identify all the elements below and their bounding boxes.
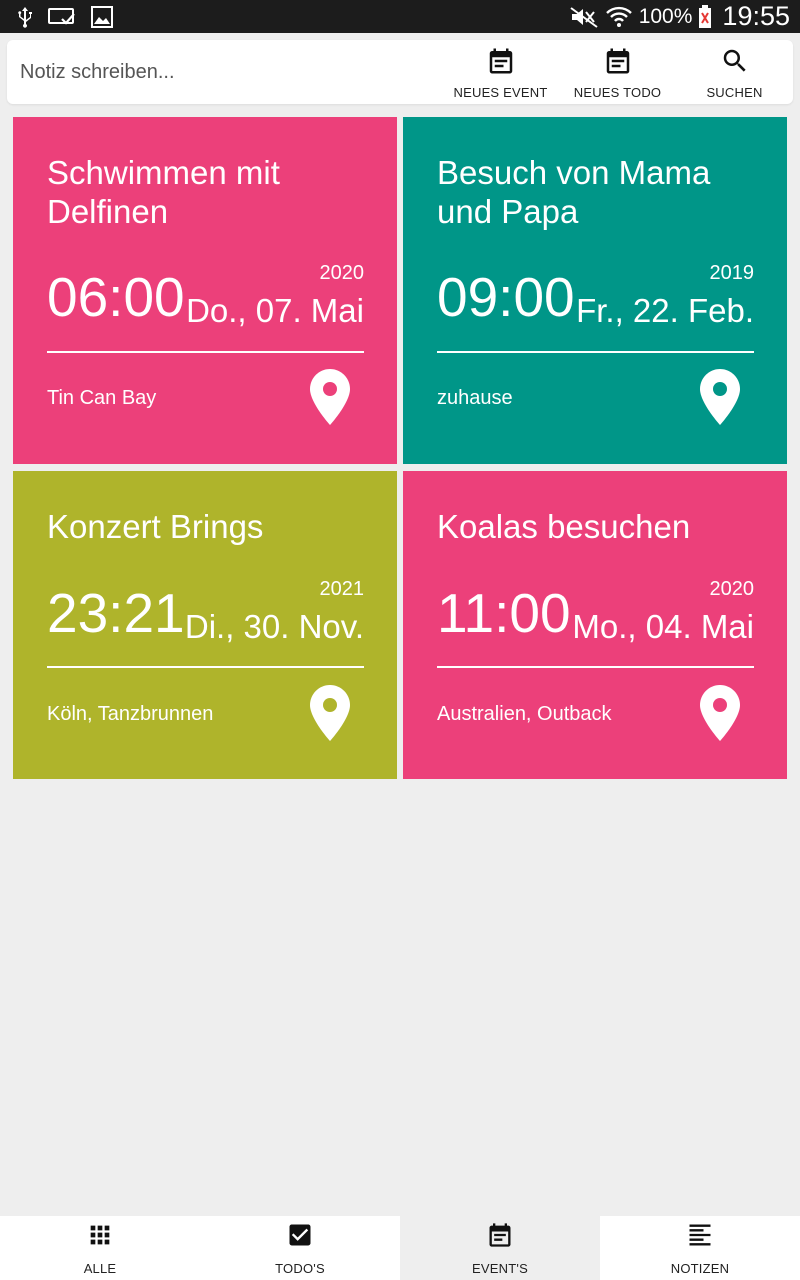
- event-location: Köln, Tanzbrunnen: [47, 703, 214, 725]
- event-date: Do., 07. Mai: [186, 292, 364, 329]
- status-right-icons: 100% 19:55: [569, 1, 790, 32]
- event-divider: [47, 666, 364, 668]
- status-bar: 100% 19:55: [0, 0, 800, 33]
- cast-icon: [48, 7, 76, 27]
- event-year: 2019: [709, 262, 755, 284]
- nav-label: TODO'S: [275, 1260, 325, 1276]
- event-location: zuhause: [437, 387, 513, 409]
- event-time: 23:21: [47, 582, 185, 644]
- search-label: SUCHEN: [706, 85, 763, 100]
- event-year: 2020: [709, 578, 755, 600]
- location-pin-icon[interactable]: [700, 369, 740, 425]
- mute-icon: [569, 6, 599, 28]
- event-card[interactable]: Besuch von Mama und Papa 2019 09:00 Fr.,…: [403, 117, 787, 464]
- image-icon: [90, 5, 114, 29]
- event-title: Schwimmen mit Delfinen: [47, 154, 280, 230]
- event-divider: [437, 666, 754, 668]
- nav-label: NOTIZEN: [670, 1260, 730, 1276]
- event-time: 06:00: [47, 266, 185, 328]
- note-input[interactable]: [7, 40, 442, 104]
- search-button[interactable]: SUCHEN: [676, 40, 793, 104]
- grid-icon: [86, 1221, 114, 1254]
- calendar-icon: [603, 44, 633, 81]
- event-divider: [47, 351, 364, 353]
- event-time: 11:00: [437, 582, 571, 644]
- wifi-icon: [605, 4, 633, 30]
- new-todo-button[interactable]: NEUES TODO: [559, 40, 676, 104]
- event-date: Mo., 04. Mai: [572, 608, 754, 645]
- event-card[interactable]: Schwimmen mit Delfinen 2020 06:00 Do., 0…: [13, 117, 397, 464]
- bottom-nav: ALLE TODO'S EVENT'S NOTIZEN: [0, 1216, 800, 1280]
- event-divider: [437, 351, 754, 353]
- event-location: Australien, Outback: [437, 703, 612, 725]
- nav-label: EVENT'S: [472, 1260, 528, 1276]
- status-left-icons: [16, 5, 114, 29]
- event-title: Koalas besuchen: [437, 508, 691, 545]
- nav-label: ALLE: [83, 1260, 117, 1276]
- event-title: Besuch von Mama und Papa: [437, 154, 711, 230]
- new-event-label: NEUES EVENT: [453, 85, 548, 100]
- battery-percent: 100%: [638, 4, 693, 28]
- event-date: Di., 30. Nov.: [184, 608, 364, 645]
- nav-item-notizen[interactable]: NOTIZEN: [600, 1216, 800, 1280]
- checkbox-icon: [286, 1221, 314, 1254]
- location-pin-icon[interactable]: [700, 685, 740, 741]
- battery-icon: [698, 4, 712, 29]
- event-title: Konzert Brings: [47, 508, 264, 545]
- new-event-button[interactable]: NEUES EVENT: [442, 40, 559, 104]
- nav-item-alle[interactable]: ALLE: [0, 1216, 200, 1280]
- nav-item-todos[interactable]: TODO'S: [200, 1216, 400, 1280]
- event-location: Tin Can Bay: [47, 387, 157, 409]
- calendar-icon: [486, 1221, 514, 1254]
- new-todo-label: NEUES TODO: [573, 85, 662, 100]
- event-year: 2021: [319, 578, 365, 600]
- calendar-icon: [486, 44, 516, 81]
- status-time: 19:55: [722, 1, 790, 31]
- event-date: Fr., 22. Feb.: [576, 292, 754, 329]
- usb-icon: [16, 6, 34, 28]
- location-pin-icon[interactable]: [310, 369, 350, 425]
- event-card[interactable]: Koalas besuchen 2020 11:00 Mo., 04. Mai …: [403, 471, 787, 779]
- search-icon: [720, 44, 750, 81]
- notes-icon: [686, 1221, 714, 1254]
- event-time: 09:00: [437, 266, 575, 328]
- nav-item-events[interactable]: EVENT'S: [400, 1216, 600, 1280]
- event-card[interactable]: Konzert Brings 2021 23:21 Di., 30. Nov. …: [13, 471, 397, 779]
- event-year: 2020: [319, 262, 365, 284]
- location-pin-icon[interactable]: [310, 685, 350, 741]
- top-toolbar: NEUES EVENT NEUES TODO SUCHEN: [7, 40, 793, 104]
